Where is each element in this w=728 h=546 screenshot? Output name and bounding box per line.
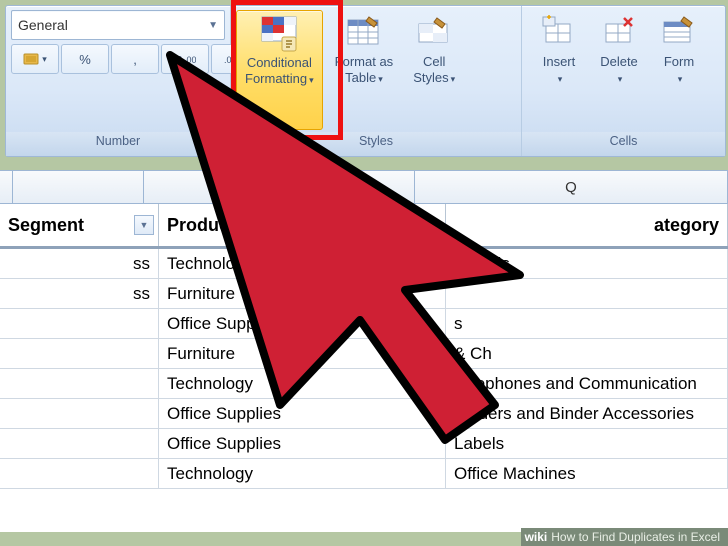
group-title-cells: Cells (522, 132, 725, 156)
cell[interactable]: Technology (159, 459, 446, 488)
cell-styles-button[interactable]: Cell Styles▾ (405, 10, 463, 87)
cell[interactable]: Office Supplies (159, 309, 446, 338)
table-header-segment: Segment ▼ (0, 204, 159, 246)
delete-cells-button[interactable]: Delete ▾ (592, 10, 646, 87)
cell[interactable]: Labels (446, 429, 728, 458)
table-row: Office SuppliesBinders and Binder Access… (0, 399, 728, 429)
chevron-down-icon: ▼ (208, 20, 218, 31)
cell-styles-icon (415, 14, 453, 52)
cell[interactable]: Office Supplies (159, 399, 446, 428)
column-header-p[interactable]: P (144, 171, 415, 203)
cell[interactable]: Office Machines (446, 459, 728, 488)
delete-cells-icon (600, 14, 638, 52)
ribbon-group-cells: Insert ▾ Delete ▾ Form ▾ Cells (522, 6, 725, 156)
svg-text:.0: .0 (174, 55, 183, 66)
group-title-styles: Styles (231, 132, 521, 156)
format-cells-icon (660, 14, 698, 52)
cell[interactable]: ss (0, 249, 159, 278)
table-row: TechnologyTelephones and Communication (0, 369, 728, 399)
cell[interactable] (0, 369, 159, 398)
cell[interactable] (0, 399, 159, 428)
table-header-category: Product Category (159, 204, 446, 246)
row-col-corner[interactable] (0, 171, 13, 203)
format-cells-button[interactable]: Form ▾ (652, 10, 706, 87)
cell[interactable] (0, 339, 159, 368)
cell[interactable]: ss (0, 279, 159, 308)
column-header-q[interactable]: Q (415, 171, 728, 203)
table-row: Furniture& Ch (0, 339, 728, 369)
group-title-number: Number (6, 132, 230, 156)
conditional-formatting-icon (260, 15, 298, 53)
cell[interactable] (0, 459, 159, 488)
percent-button[interactable]: % (61, 44, 109, 74)
chevron-down-icon: ▾ (558, 74, 563, 84)
chevron-down-icon: ▾ (309, 75, 314, 85)
comma-button[interactable]: , (111, 44, 159, 74)
cell[interactable]: pherals (446, 249, 728, 278)
table-row: ssFurniture (0, 279, 728, 309)
svg-text:.00: .00 (184, 55, 196, 65)
cell[interactable]: Furniture (159, 339, 446, 368)
cell[interactable] (446, 279, 728, 308)
table-row: Office SuppliesLabels (0, 429, 728, 459)
spreadsheet: P Q Segment ▼ Product Category ategory s… (0, 170, 728, 532)
cell[interactable]: Furniture (159, 279, 446, 308)
chevron-down-icon: ▾ (678, 74, 683, 84)
cell[interactable]: Telephones and Communication (446, 369, 728, 398)
table-header-row: Segment ▼ Product Category ategory (0, 204, 728, 249)
chevron-down-icon: ▾ (378, 74, 383, 84)
insert-cells-button[interactable]: Insert ▾ (532, 10, 586, 87)
filter-button[interactable]: ▼ (134, 215, 154, 235)
column-header-o[interactable] (13, 171, 144, 203)
cell[interactable] (0, 309, 159, 338)
cell[interactable]: Binders and Binder Accessories (446, 399, 728, 428)
number-dialog-launcher[interactable]: ◢ (210, 137, 226, 153)
format-as-table-icon (345, 14, 383, 52)
currency-button[interactable]: ▾ (11, 44, 59, 74)
cell[interactable]: s (446, 309, 728, 338)
cell[interactable]: Technology (159, 369, 446, 398)
format-as-table-button[interactable]: Format as Table▾ (327, 10, 402, 87)
table-row: TechnologyOffice Machines (0, 459, 728, 489)
cell[interactable]: Technology (159, 249, 446, 278)
ribbon: General ▼ ▾ % , .0.00 (5, 5, 726, 157)
ribbon-group-styles: Conditional Formatting▾ Format as Table▾… (231, 6, 522, 156)
ribbon-group-number: General ▼ ▾ % , .0.00 (6, 6, 231, 156)
number-format-combo[interactable]: General ▼ (11, 10, 225, 40)
chevron-down-icon: ▾ (451, 74, 456, 84)
column-header-row: P Q (0, 170, 728, 204)
number-format-value: General (18, 17, 68, 33)
watermark: wikiHow to Find Duplicates in Excel (521, 528, 728, 546)
cell[interactable]: Office Supplies (159, 429, 446, 458)
chevron-down-icon: ▾ (618, 74, 623, 84)
cell[interactable]: & Ch (446, 339, 728, 368)
conditional-formatting-button[interactable]: Conditional Formatting▾ (236, 10, 323, 130)
cell[interactable] (0, 429, 159, 458)
insert-cells-icon (540, 14, 578, 52)
table-header-subcategory: ategory (446, 204, 728, 246)
table-row: ssTechnologypherals (0, 249, 728, 279)
increase-decimal-button[interactable]: .0.00 (161, 44, 209, 74)
table-row: Office Suppliess (0, 309, 728, 339)
